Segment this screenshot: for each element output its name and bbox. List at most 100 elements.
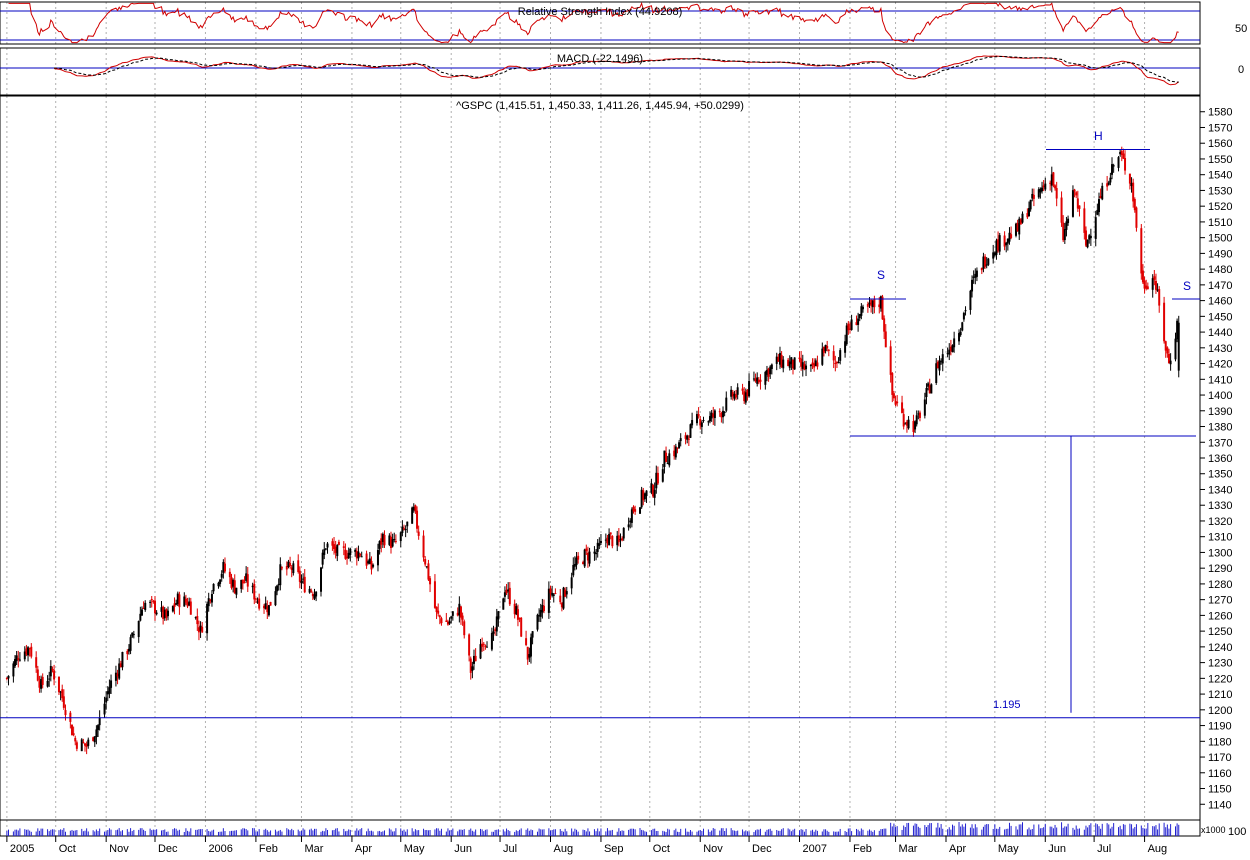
candle-body bbox=[258, 598, 261, 609]
candle-body bbox=[336, 544, 339, 557]
candle-body bbox=[422, 535, 425, 558]
candle-body bbox=[723, 411, 726, 413]
candle-body bbox=[583, 549, 586, 567]
candle-body bbox=[219, 579, 222, 584]
candle-body bbox=[1044, 183, 1047, 190]
candle-body bbox=[536, 614, 539, 630]
candle-body bbox=[228, 571, 231, 578]
candle-body bbox=[1135, 207, 1138, 228]
candle-body bbox=[962, 312, 965, 320]
volume-tick-label: 100 bbox=[1228, 826, 1246, 838]
candle-body bbox=[508, 587, 511, 605]
candle-body bbox=[274, 591, 277, 606]
y-tick-label: 1240 bbox=[1208, 642, 1232, 654]
macd-title: MACD (-22.1496) bbox=[557, 53, 643, 65]
candle-body bbox=[689, 424, 692, 438]
candle-body bbox=[959, 331, 962, 336]
candle-body bbox=[206, 603, 209, 634]
candle-body bbox=[276, 585, 279, 592]
y-tick-label: 1490 bbox=[1208, 248, 1232, 260]
candle-body bbox=[1073, 189, 1076, 192]
y-tick-label: 1250 bbox=[1208, 626, 1232, 638]
candle-body bbox=[376, 550, 379, 566]
candle-body bbox=[220, 573, 223, 578]
candle-body bbox=[492, 631, 495, 634]
candle-body bbox=[736, 387, 739, 395]
candle-body bbox=[315, 591, 318, 597]
candle-body bbox=[1060, 197, 1063, 223]
candle-body bbox=[289, 562, 292, 566]
candle-body bbox=[41, 676, 44, 685]
candle-body bbox=[1158, 289, 1161, 306]
candle-body bbox=[451, 611, 454, 616]
candle-body bbox=[448, 621, 451, 624]
y-tick-label: 1380 bbox=[1208, 422, 1232, 434]
candle-body bbox=[526, 646, 529, 660]
candle-body bbox=[80, 739, 83, 752]
candle-body bbox=[35, 657, 38, 668]
candle-body bbox=[901, 402, 904, 413]
candle-body bbox=[552, 594, 555, 596]
y-tick-label: 1200 bbox=[1208, 705, 1232, 717]
candle-body bbox=[961, 322, 964, 331]
candle-body bbox=[280, 567, 283, 569]
x-tick-label: Nov bbox=[109, 843, 129, 855]
candle-body bbox=[873, 299, 876, 308]
candle-body bbox=[639, 507, 642, 514]
candle-body bbox=[565, 591, 568, 595]
candle-body bbox=[416, 510, 419, 529]
candle-body bbox=[1075, 192, 1078, 196]
x-tick-label: Jul bbox=[1097, 843, 1111, 855]
candle-body bbox=[75, 742, 78, 749]
candle-body bbox=[372, 564, 375, 567]
x-tick-label: Aug bbox=[553, 843, 573, 855]
y-tick-label: 1190 bbox=[1208, 721, 1232, 733]
candle-body bbox=[918, 412, 921, 418]
candle-body bbox=[665, 452, 668, 462]
candle-body bbox=[303, 576, 306, 593]
candle-body bbox=[971, 279, 974, 292]
candle-body bbox=[486, 646, 489, 648]
candle-body bbox=[300, 580, 303, 584]
candle-body bbox=[866, 304, 869, 307]
candle-body bbox=[150, 599, 153, 601]
candle-body bbox=[542, 605, 545, 612]
candle-body bbox=[1041, 187, 1044, 192]
candle-body bbox=[1132, 182, 1135, 202]
candle-body bbox=[554, 593, 557, 595]
y-tick-label: 1150 bbox=[1208, 784, 1232, 796]
candle-body bbox=[588, 551, 591, 564]
candle-body bbox=[826, 345, 829, 349]
candle-body bbox=[424, 559, 427, 565]
y-tick-label: 1440 bbox=[1208, 327, 1232, 339]
y-tick-label: 1560 bbox=[1208, 138, 1232, 150]
candle-body bbox=[440, 618, 443, 624]
x-tick-label: 2006 bbox=[208, 843, 232, 855]
candle-body bbox=[406, 521, 409, 527]
candle-body bbox=[342, 546, 345, 548]
candle-body bbox=[235, 587, 238, 595]
candle-body bbox=[132, 634, 135, 636]
candle-body bbox=[599, 540, 602, 544]
candle-body bbox=[668, 453, 671, 466]
candle-body bbox=[1122, 153, 1125, 159]
x-tick-label: Aug bbox=[1148, 843, 1168, 855]
y-tick-label: 1350 bbox=[1208, 469, 1232, 481]
volume-unit-label: x1000 bbox=[1201, 825, 1226, 835]
candle-body bbox=[212, 583, 215, 592]
candle-body bbox=[1078, 205, 1081, 209]
x-tick-label: Apr bbox=[949, 843, 966, 855]
candle-body bbox=[1163, 302, 1166, 342]
candle-body bbox=[97, 725, 100, 730]
candle-body bbox=[1177, 322, 1180, 371]
y-tick-label: 1450 bbox=[1208, 311, 1232, 323]
candle-body bbox=[941, 354, 944, 364]
candle-body bbox=[609, 532, 612, 535]
candle-body bbox=[902, 414, 905, 427]
candle-body bbox=[178, 594, 181, 608]
candle-body bbox=[53, 670, 56, 680]
candle-body bbox=[1089, 235, 1092, 239]
candle-body bbox=[930, 384, 933, 394]
candle-body bbox=[269, 601, 272, 606]
candle-body bbox=[57, 676, 60, 693]
